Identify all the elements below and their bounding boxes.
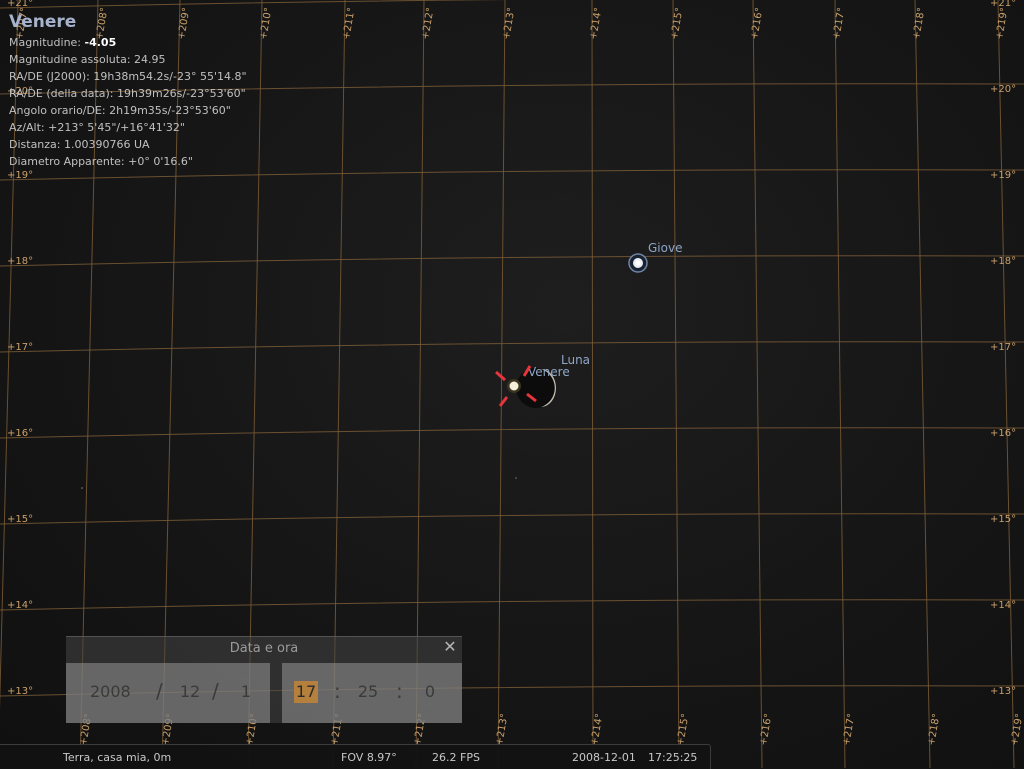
jupiter-object[interactable] <box>628 253 648 273</box>
minute-value[interactable]: 25 <box>348 681 388 703</box>
second-up-icon[interactable]: ▲ <box>410 667 450 677</box>
year-up-icon[interactable]: ▲ <box>90 667 130 677</box>
hour-value[interactable]: 17 <box>293 681 319 703</box>
time-separator: : <box>334 679 341 703</box>
day-up-icon[interactable]: ▲ <box>226 667 266 677</box>
status-bar: Terra, casa mia, 0m FOV 8.97° 26.2 FPS 2… <box>0 744 711 769</box>
hour-angle-row: Angolo orario/DE: 2h19m35s/-23°53'60" <box>9 104 231 117</box>
month-spinner[interactable]: ▲ 12 ▼ <box>170 667 210 717</box>
close-icon[interactable]: ✕ <box>442 639 458 655</box>
minute-spinner[interactable]: ▲ 25 ▼ <box>348 667 388 717</box>
second-spinner[interactable]: ▲ 0 ▼ <box>410 667 450 717</box>
faint-star <box>515 477 517 479</box>
month-up-icon[interactable]: ▲ <box>170 667 210 677</box>
hour-down-icon[interactable]: ▼ <box>286 707 326 717</box>
day-spinner[interactable]: ▲ 1 ▼ <box>226 667 266 717</box>
fps-text: 26.2 FPS <box>432 751 480 764</box>
second-value[interactable]: 0 <box>410 681 450 703</box>
date-separator: / <box>212 679 219 703</box>
radec-j2000-row: RA/DE (J2000): 19h38m54.2s/-23° 55'14.8" <box>9 70 247 83</box>
minute-down-icon[interactable]: ▼ <box>348 707 388 717</box>
hour-spinner[interactable]: ▲ 17 ▼ <box>286 667 326 717</box>
day-down-icon[interactable]: ▼ <box>226 707 266 717</box>
year-spinner[interactable]: ▲ 2008 ▼ <box>90 667 131 717</box>
venus-object[interactable] <box>507 379 521 393</box>
radec-date-row: RA/DE (della data): 19h39m26s/-23°53'60" <box>9 87 246 100</box>
second-down-icon[interactable]: ▼ <box>410 707 450 717</box>
year-value[interactable]: 2008 <box>90 681 131 703</box>
dialog-title: Data e ora <box>229 641 299 656</box>
time-separator: : <box>396 679 403 703</box>
date-separator: / <box>156 679 163 703</box>
venus-label: Venere <box>528 365 570 379</box>
abs-magnitude-row: Magnitudine assoluta: 24.95 <box>9 53 166 66</box>
date-text: 2008-12-01 <box>572 751 636 764</box>
date-box: ▲ 2008 ▼ / ▲ 12 ▼ / ▲ 1 ▼ <box>66 663 270 723</box>
object-info-panel: Venere Magnitudine: -4.05 Magnitudine as… <box>9 12 247 170</box>
magnitude-row: Magnitudine: -4.05 <box>9 36 117 49</box>
year-down-icon[interactable]: ▼ <box>90 707 130 717</box>
hour-up-icon[interactable]: ▲ <box>286 667 326 677</box>
month-value[interactable]: 12 <box>170 681 210 703</box>
date-time-dialog[interactable]: Data e ora ✕ ▲ 2008 ▼ / ▲ 12 ▼ / ▲ 1 ▼ ▲… <box>66 636 462 723</box>
month-down-icon[interactable]: ▼ <box>170 707 210 717</box>
jupiter-label: Giove <box>648 241 682 255</box>
day-value[interactable]: 1 <box>226 681 266 703</box>
fov-text: FOV 8.97° <box>341 751 397 764</box>
diameter-row: Diametro Apparente: +0° 0'16.6" <box>9 155 193 168</box>
faint-star <box>81 487 83 489</box>
distance-row: Distanza: 1.00390766 UA <box>9 138 150 151</box>
time-box: ▲ 17 ▼ : ▲ 25 ▼ : ▲ 0 ▼ <box>282 663 462 723</box>
minute-up-icon[interactable]: ▲ <box>348 667 388 677</box>
azalt-row: Az/Alt: +213° 5'45"/+16°41'32" <box>9 121 185 134</box>
object-name: Venere <box>9 12 77 32</box>
location-text: Terra, casa mia, 0m <box>63 751 172 764</box>
time-text: 17:25:25 <box>648 751 698 764</box>
